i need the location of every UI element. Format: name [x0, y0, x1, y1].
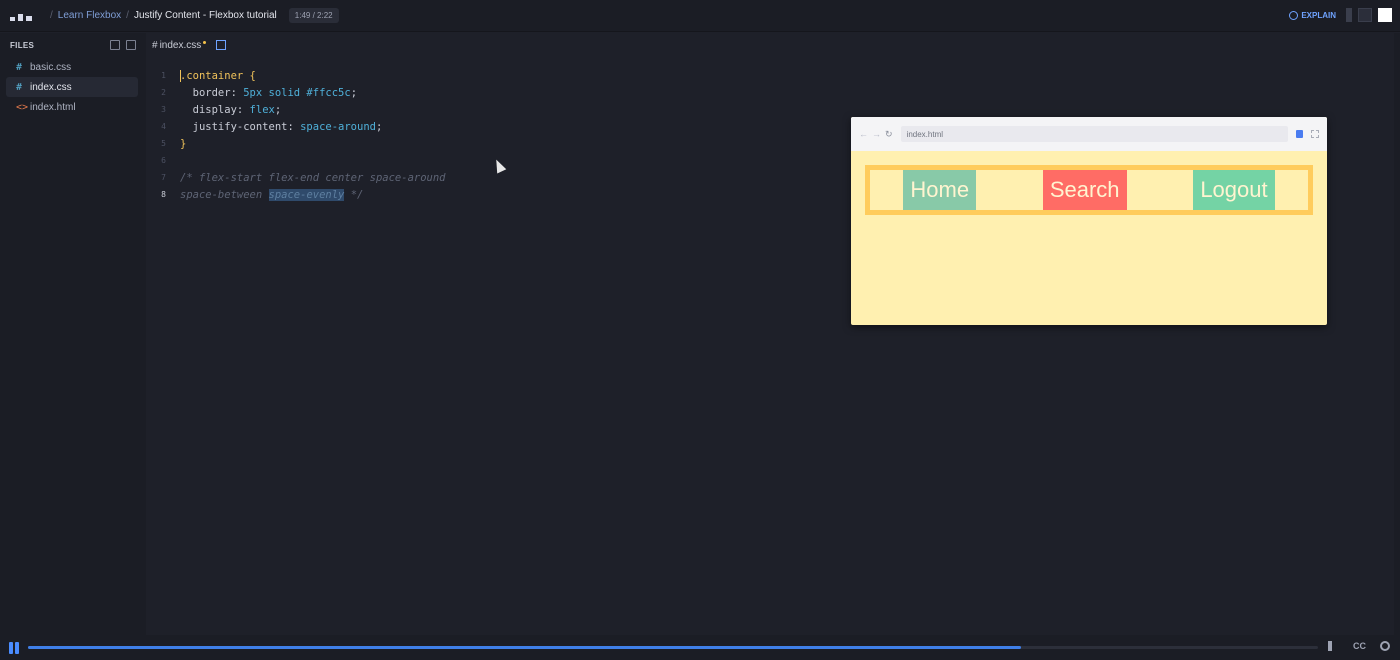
code-semicolon: ; — [350, 86, 358, 99]
scrimba-logo-icon[interactable] — [10, 11, 32, 21]
code-comment: */ — [344, 188, 364, 201]
code-line: 7 /* flex-start flex-end center space-aro… — [146, 169, 446, 186]
code-property: display: — [180, 103, 250, 116]
settings-gear-icon[interactable] — [1380, 641, 1390, 651]
new-file-icon[interactable] — [110, 40, 120, 50]
breadcrumb-separator: / — [50, 10, 53, 21]
breadcrumb-separator: / — [126, 10, 129, 21]
player-bar: CC — [0, 635, 1400, 660]
unsaved-dot — [203, 40, 207, 44]
reload-icon[interactable]: ↻ — [885, 129, 893, 140]
code-line: 4 justify-content: space-around; — [146, 118, 446, 135]
html-file-icon: <> — [16, 101, 29, 113]
explain-label: EXPLAIN — [1301, 10, 1336, 20]
explain-icon — [1289, 10, 1299, 20]
volume-icon[interactable] — [1328, 641, 1339, 651]
nav-logout[interactable]: Logout — [1193, 170, 1275, 210]
preview-nav: ← → ↻ — [859, 129, 893, 140]
layout-split-button[interactable] — [1358, 8, 1372, 22]
code-semicolon: ; — [274, 103, 282, 116]
line-number: 1 — [161, 71, 166, 80]
editor-tab-bar: # index.css — [146, 33, 1394, 57]
code-comment: /* flex-start flex-end center space-arou… — [180, 171, 446, 184]
progress-fill — [28, 646, 1022, 649]
time-badge: 1:49 / 2:22 — [288, 8, 339, 23]
code-comment: space-between — [180, 188, 269, 201]
files-header: FILES — [0, 33, 146, 57]
fullscreen-icon[interactable] — [1311, 130, 1319, 138]
back-icon[interactable]: ← — [859, 129, 868, 140]
explain-button[interactable]: EXPLAIN — [1289, 10, 1336, 20]
code-semicolon: ; — [375, 120, 383, 133]
editor-scrollbar[interactable] — [1394, 33, 1400, 635]
code-selection: space-evenly — [268, 188, 345, 201]
file-actions — [110, 40, 136, 50]
line-number: 8 — [161, 190, 166, 199]
forward-icon[interactable]: → — [872, 129, 881, 140]
code-value: 5px solid #ffcc5c — [243, 86, 351, 99]
layout-sidebar-button[interactable] — [1346, 8, 1352, 22]
line-number: 2 — [161, 88, 166, 97]
code-property: justify-content: — [180, 120, 301, 133]
code-value: flex — [249, 103, 275, 116]
code-line: 8 space-between space-evenly */ — [146, 186, 446, 203]
lesson-title: Justify Content - Flexbox tutorial — [133, 10, 277, 21]
code-value: space-around — [300, 120, 376, 133]
top-bar: / Learn Flexbox / Justify Content - Flex… — [0, 0, 1400, 32]
css-file-icon: # — [16, 61, 23, 73]
top-right-controls: EXPLAIN — [1289, 8, 1392, 22]
file-item-index-html[interactable]: <> index.html — [6, 97, 138, 117]
line-number: 6 — [161, 156, 166, 165]
file-item-index-css[interactable]: # index.css — [6, 77, 138, 97]
breadcrumb-course-link[interactable]: Learn Flexbox — [58, 10, 121, 21]
layout-preview-button[interactable] — [1378, 8, 1392, 22]
file-item-basic-css[interactable]: # basic.css — [6, 57, 138, 77]
code-line: 3 display: flex; — [146, 101, 446, 118]
nav-home[interactable]: Home — [903, 170, 977, 210]
mouse-pointer-icon — [491, 157, 507, 174]
preview-address-bar[interactable]: index.html — [900, 126, 1288, 142]
pin-icon[interactable] — [1296, 130, 1303, 138]
file-name: index.css — [30, 81, 72, 93]
code-brace: } — [180, 137, 187, 150]
file-name: basic.css — [30, 61, 72, 73]
new-tab-icon[interactable] — [216, 40, 227, 50]
code-line: 6 — [146, 152, 446, 169]
preview-toolbar: ← → ↻ index.html — [851, 117, 1327, 151]
new-folder-icon[interactable] — [126, 40, 136, 50]
tab-index-css[interactable]: index.css — [160, 40, 202, 51]
tab-css-icon: # — [152, 39, 158, 51]
code-brace: { — [243, 69, 256, 82]
code-line: 1. container { — [146, 67, 446, 84]
flex-container: Home Search Logout — [865, 165, 1313, 215]
code-area[interactable]: 1. container { 2 border: 5px solid #ffcc5… — [146, 67, 446, 203]
code-line: 2 border: 5px solid #ffcc5c; — [146, 84, 446, 101]
pause-icon[interactable] — [9, 641, 21, 654]
code-line: 5} — [146, 135, 446, 152]
file-sidebar: FILES # basic.css # index.css <> index.h… — [0, 33, 146, 635]
captions-button[interactable]: CC — [1353, 641, 1366, 651]
line-number: 4 — [161, 122, 166, 131]
line-number: 7 — [161, 173, 166, 182]
code-property: border: — [180, 86, 244, 99]
file-name: index.html — [30, 101, 76, 113]
nav-search[interactable]: Search — [1042, 170, 1127, 210]
player-controls: CC — [1328, 641, 1390, 651]
css-file-icon: # — [16, 81, 23, 93]
preview-window[interactable]: ← → ↻ index.html Home Search Logout — [851, 117, 1327, 325]
line-number: 3 — [161, 105, 166, 114]
line-number: 5 — [161, 139, 166, 148]
files-heading: FILES — [10, 40, 35, 50]
progress-bar[interactable] — [28, 646, 1318, 649]
code-selector: container — [186, 69, 244, 82]
